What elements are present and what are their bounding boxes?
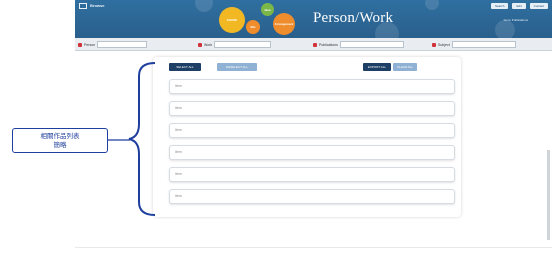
list-item[interactable]: Item [169,167,455,182]
subject-icon [432,42,436,47]
publications-filter: Publications [313,41,404,48]
browse-link[interactable]: Browse [79,3,104,9]
edit-link[interactable]: Edit [512,3,526,9]
scrollbar[interactable] [547,150,550,240]
subject-input[interactable] [451,41,516,48]
subject-filter: Subject [432,41,516,48]
person-icon [78,42,82,47]
work-filter: Work [198,41,272,48]
publications-input[interactable] [339,41,404,48]
connector-line [106,139,130,141]
list-item[interactable]: Item [169,189,455,204]
annotation-line-2: 簡略 [53,140,67,149]
work-icon [198,42,202,47]
mix-bubble: Mix [246,20,260,34]
footer-divider [75,247,552,248]
decorative-dot [495,20,515,38]
browse-label: Browse [90,3,105,9]
decorative-dot [195,0,213,12]
item-label: Item [175,84,182,88]
clear-all-button[interactable]: CLEAR ALL [393,63,417,71]
idea-bubble: Idea [261,3,274,16]
related-works-card: SELECT ALL DESELECT ALL EXPORT ALL CLEAR… [153,57,461,217]
list-item[interactable]: Item [169,79,455,94]
person-filter: Person [78,41,148,48]
subject-filter-label: Subject [438,42,450,47]
item-label: Item [175,172,182,176]
annotation-note: 相關作品列表 簡略 [12,128,108,153]
arrangement-bubble: Arrangement [273,13,295,35]
export-all-button[interactable]: EXPORT ALL [363,63,391,71]
brace-icon [128,62,156,216]
person-input[interactable] [97,41,148,48]
deselect-all-button[interactable]: DESELECT ALL [217,63,257,71]
menu-icon [79,3,87,9]
person-filter-label: Person [84,42,96,47]
top-links: Search Edit Contact [490,3,548,9]
decorative-dot [425,0,439,10]
item-label: Item [175,128,182,132]
item-label: Item [175,194,182,198]
work-input[interactable] [214,41,272,48]
list-item[interactable]: Item [169,145,455,160]
item-label: Item [175,106,182,110]
goto-publications-link[interactable]: Go to Publications [504,18,528,22]
item-label: Item [175,150,182,154]
work-filter-label: Work [204,42,213,47]
page-title: Person/Work [313,10,394,26]
filter-bar: Person Work Publications Subject [75,38,552,51]
list-item[interactable]: Item [169,123,455,138]
app-header: Browse SHARE Idea Mix Arrangement Person… [75,0,552,38]
share-bubble: SHARE [219,7,245,33]
list-item[interactable]: Item [169,101,455,116]
contact-link[interactable]: Contact [529,3,548,9]
publications-icon [313,42,317,47]
search-link[interactable]: Search [490,3,509,9]
annotation-line-1: 相關作品列表 [40,131,80,140]
select-all-button[interactable]: SELECT ALL [169,63,201,71]
publications-filter-label: Publications [319,42,338,47]
